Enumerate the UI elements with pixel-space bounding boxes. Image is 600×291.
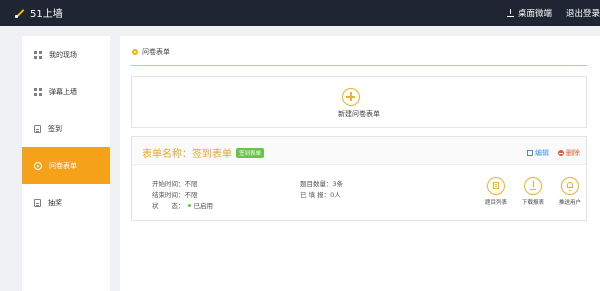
edit-icon: [527, 150, 533, 156]
sidebar-item-label: 问卷表单: [49, 161, 77, 170]
sidebar-item-danmaku-wall[interactable]: 弹幕上墙: [22, 73, 110, 110]
edit-button[interactable]: 编辑: [527, 148, 549, 158]
grid-icon: [34, 87, 42, 96]
grid-icon: [34, 50, 42, 59]
question-list-label: 题目列表: [484, 200, 507, 206]
download-report-button[interactable]: 下载报表: [513, 177, 553, 206]
breadcrumb-divider: [131, 65, 587, 66]
desktop-client-label: 桌面微端: [518, 9, 553, 19]
breadcrumb-label: 问卷表单: [142, 48, 170, 56]
download-icon: [507, 9, 514, 17]
push-users-label: 推送用户: [558, 200, 581, 206]
breadcrumb: 问卷表单: [132, 47, 170, 57]
sidebar-item-questionnaire[interactable]: 问卷表单: [22, 147, 110, 184]
form-type-badge: 签到表单: [236, 147, 265, 158]
sidebar-item-label: 签到: [48, 124, 62, 133]
question-list-button[interactable]: 题目列表: [476, 177, 516, 206]
main-panel: 问卷表单 新建问卷表单 表单名称：签到表单 签到表单 编辑 删除 开始时间：不限…: [120, 36, 600, 291]
new-form-label: 新建问卷表单: [338, 110, 380, 118]
plus-circle-icon[interactable]: [342, 88, 360, 106]
status-row: 状 态： 已启用: [152, 200, 213, 210]
start-time: 开始时间：不限: [152, 180, 198, 188]
sidebar-item-my-venue[interactable]: 我的现场: [22, 36, 110, 73]
sidebar-item-label: 弹幕上墙: [49, 87, 77, 96]
logout-link[interactable]: 退出登录: [566, 7, 600, 19]
bell-icon: [561, 177, 579, 195]
question-count: 题目数量：3条: [300, 180, 344, 188]
sidebar-item-checkin[interactable]: 签到: [22, 110, 110, 147]
sidebar-item-label: 抽奖: [48, 198, 62, 207]
play-icon: [132, 49, 138, 55]
delete-icon: [558, 150, 564, 156]
delete-button[interactable]: 删除: [558, 148, 580, 158]
top-bar: 51上墙 桌面微端 退出登录: [0, 0, 600, 26]
desktop-client-link[interactable]: 桌面微端: [507, 7, 552, 19]
form-card-header: 表单名称：签到表单 签到表单 编辑 删除: [132, 137, 586, 165]
gear-icon: [34, 161, 42, 170]
edit-label: 编辑: [535, 149, 549, 157]
push-users-button[interactable]: 推送用户: [550, 177, 590, 206]
status-dot-icon: [187, 204, 191, 207]
rocket-icon: [15, 8, 25, 18]
status-label: 状 态：: [152, 202, 185, 210]
status-value: 已启用: [193, 202, 214, 210]
document-icon: [34, 198, 41, 207]
form-card: 表单名称：签到表单 签到表单 编辑 删除 开始时间：不限 结束时间：不限 状 态…: [131, 136, 587, 221]
end-time: 结束时间：不限: [152, 191, 198, 199]
form-title: 表单名称：签到表单 签到表单: [142, 145, 265, 160]
form-title-text: 表单名称：签到表单: [142, 149, 232, 160]
app-logo[interactable]: 51上墙: [15, 5, 63, 20]
download-report-label: 下载报表: [521, 200, 544, 206]
document-icon: [34, 124, 41, 133]
new-form-button[interactable]: [131, 76, 587, 128]
sidebar-item-label: 我的现场: [49, 50, 77, 59]
filled-count: 已 填 报：0人: [300, 191, 341, 199]
delete-label: 删除: [566, 149, 580, 157]
download-icon: [524, 177, 542, 195]
sidebar-item-lottery[interactable]: 抽奖: [22, 184, 110, 221]
app-title: 51上墙: [30, 9, 63, 20]
list-icon: [487, 177, 505, 195]
sidebar: 我的现场 弹幕上墙 签到 问卷表单 抽奖: [22, 36, 110, 291]
